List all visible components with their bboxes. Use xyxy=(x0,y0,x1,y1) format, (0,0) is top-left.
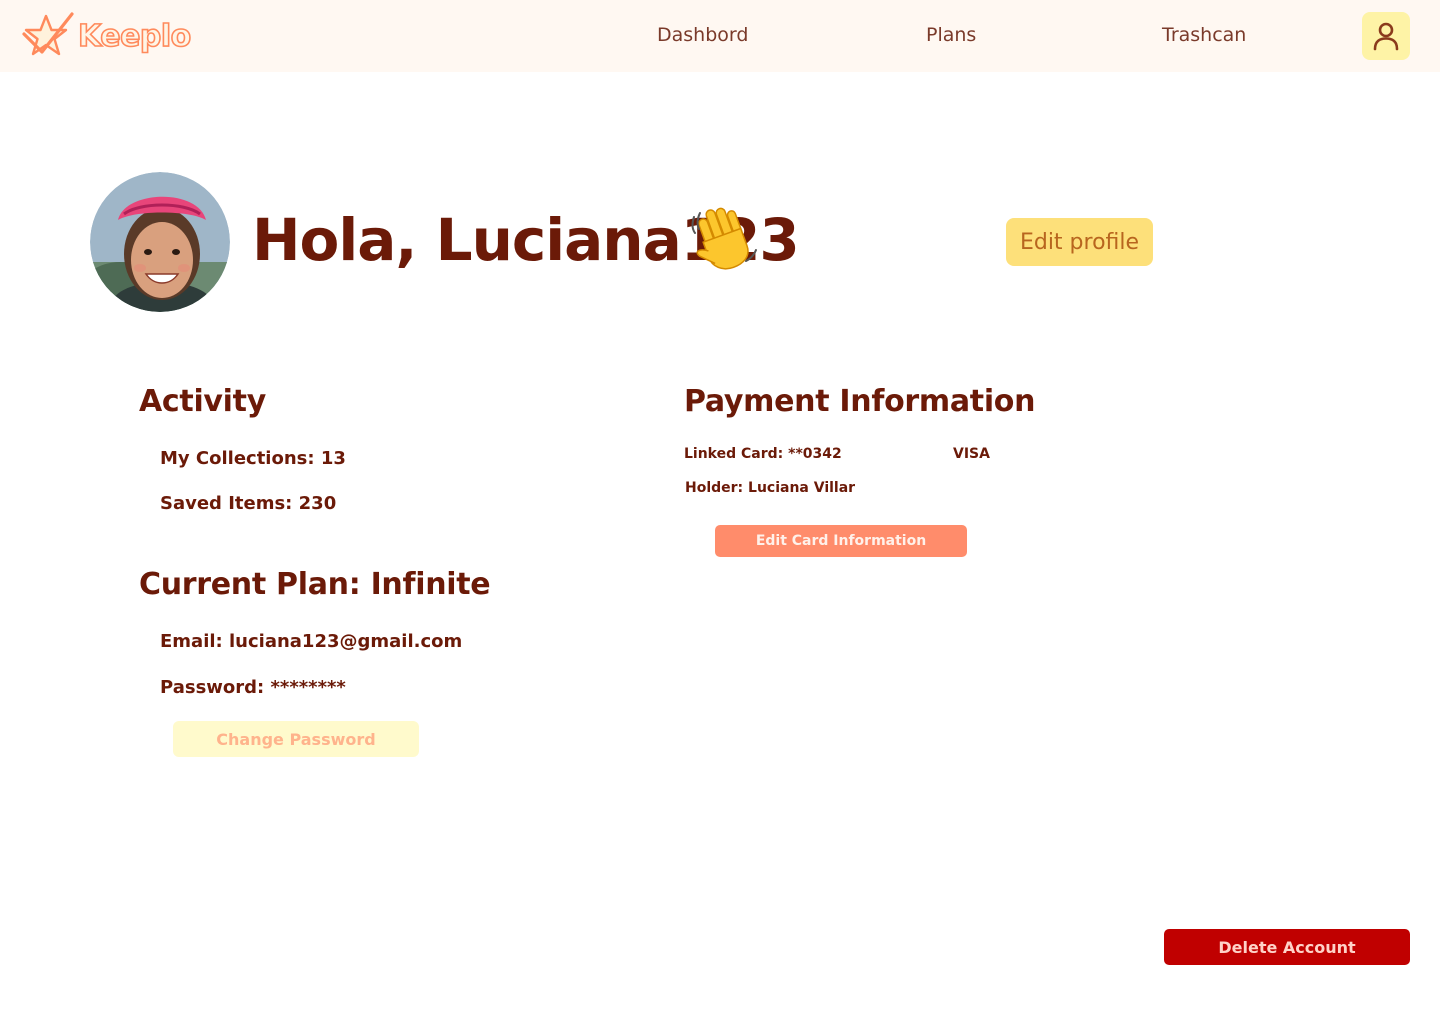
avatar-photo xyxy=(90,172,230,312)
edit-profile-button[interactable]: Edit profile xyxy=(1006,218,1153,266)
delete-account-button[interactable]: Delete Account xyxy=(1164,929,1410,965)
password-value: Password: ******** xyxy=(160,677,346,698)
collections-count: My Collections: 13 xyxy=(160,448,346,469)
card-brand: VISA xyxy=(953,446,990,462)
waving-hand-icon xyxy=(690,205,758,275)
linked-card-value: Linked Card: **0342 xyxy=(684,446,842,462)
email-value: Email: luciana123@gmail.com xyxy=(160,631,463,652)
change-password-button[interactable]: Change Password xyxy=(173,721,419,757)
logo-text: Keeplo xyxy=(77,18,192,55)
star-check-icon xyxy=(22,12,74,56)
edit-card-button[interactable]: Edit Card Information xyxy=(715,525,967,557)
nav-plans[interactable]: Plans xyxy=(926,24,976,46)
user-icon xyxy=(1373,22,1399,51)
activity-heading: Activity xyxy=(139,384,266,419)
payment-heading: Payment Information xyxy=(684,384,1036,419)
keeplo-logo[interactable]: Keeplo xyxy=(20,10,192,66)
current-plan-heading: Current Plan: Infinite xyxy=(139,567,491,602)
profile-button[interactable] xyxy=(1362,12,1410,60)
profile-page: Keeplo Dashbord Plans Trashcan Hola, Luc… xyxy=(0,0,1440,1024)
saved-items-count: Saved Items: 230 xyxy=(160,493,337,514)
nav-trashcan[interactable]: Trashcan xyxy=(1162,24,1246,46)
avatar xyxy=(90,172,230,312)
top-nav-bar: Keeplo Dashbord Plans Trashcan xyxy=(0,0,1440,72)
card-holder-value: Holder: Luciana Villar xyxy=(685,480,856,496)
nav-dashboard[interactable]: Dashbord xyxy=(657,24,748,46)
